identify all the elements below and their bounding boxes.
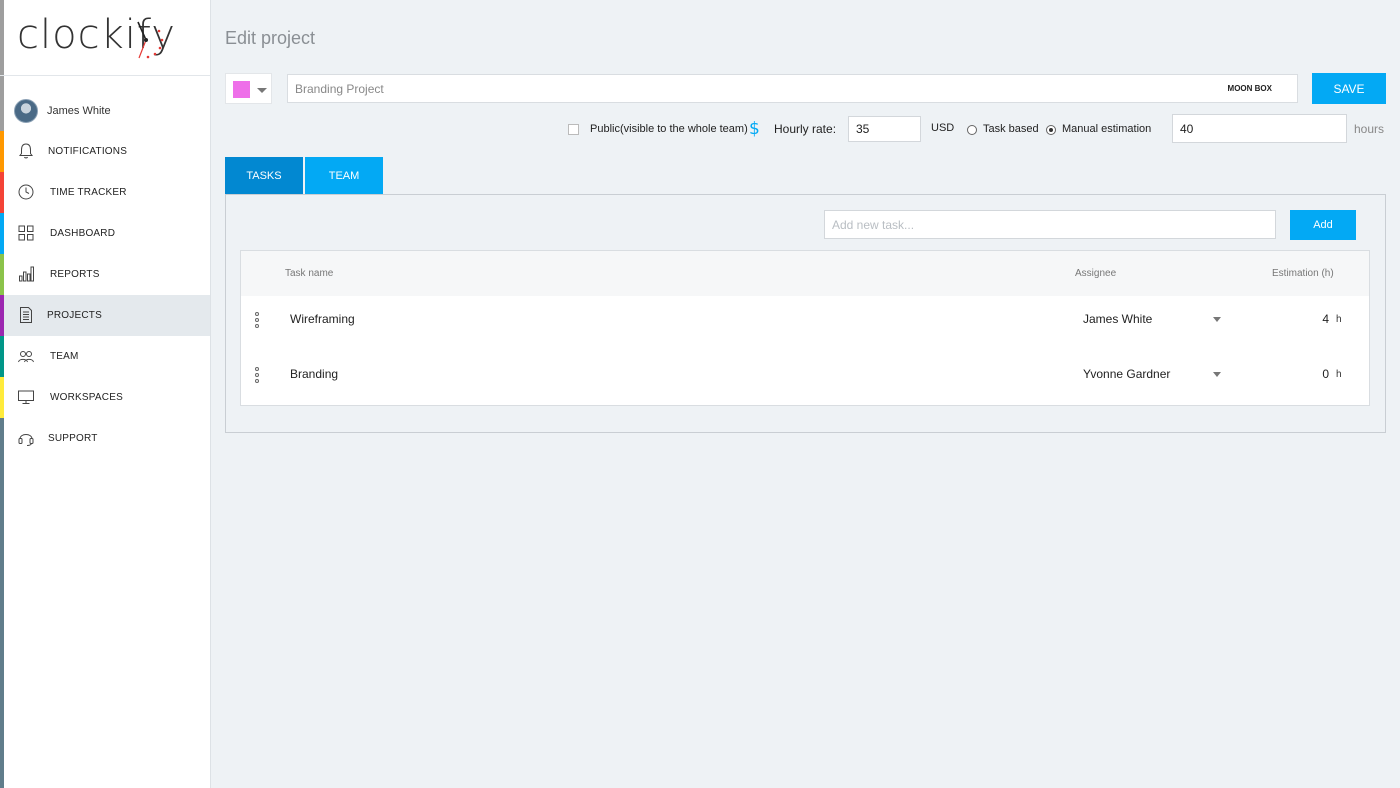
task-estimate[interactable]: 4	[1322, 312, 1329, 326]
column-header-assignee: Assignee	[1075, 268, 1117, 279]
hours-unit-label: hours	[1354, 122, 1385, 136]
column-header-estimation: Estimation (h)	[1272, 268, 1334, 279]
estimate-unit: h	[1336, 314, 1342, 325]
sidebar-item-projects[interactable]: PROJECTS	[4, 295, 210, 336]
sidebar-item-label: DASHBOARD	[50, 228, 116, 239]
chevron-down-icon[interactable]	[1213, 317, 1221, 322]
task-estimate[interactable]: 0	[1322, 367, 1329, 381]
sidebar-item-label: TIME TRACKER	[50, 187, 127, 198]
kebab-menu-icon[interactable]	[254, 367, 260, 385]
project-name-field: MOON BOX	[287, 74, 1298, 103]
public-label: Public(visible to the whole team)	[590, 123, 748, 135]
project-color-swatch	[233, 81, 250, 98]
manual-estimation-label: Manual estimation	[1062, 123, 1152, 135]
kebab-menu-icon[interactable]	[254, 312, 260, 330]
table-row: Wireframing James White 4 h	[241, 296, 1369, 351]
save-button[interactable]: SAVE	[1312, 73, 1386, 104]
sidebar-item-label: REPORTS	[50, 269, 100, 280]
edge-bar-support	[0, 418, 4, 788]
document-icon	[20, 307, 32, 323]
sidebar-item-workspaces[interactable]: WORKSPACES	[4, 377, 210, 418]
estimate-input[interactable]	[1172, 114, 1347, 143]
monitor-icon	[18, 390, 34, 404]
people-icon	[18, 351, 34, 363]
assignee-select[interactable]: Yvonne Gardner	[1083, 367, 1170, 381]
assignee-select[interactable]: James White	[1083, 312, 1152, 326]
tasks-table: Task name Assignee Estimation (h) Wirefr…	[240, 250, 1370, 406]
sidebar-item-dashboard[interactable]: DASHBOARD	[4, 213, 210, 254]
user-profile[interactable]: James White	[14, 98, 111, 124]
sidebar-item-reports[interactable]: REPORTS	[4, 254, 210, 295]
client-label[interactable]: MOON BOX	[1228, 84, 1272, 93]
billable-dollar-icon[interactable]: $	[749, 119, 760, 139]
sidebar-item-team[interactable]: TEAM	[4, 336, 210, 377]
project-name-input[interactable]	[288, 75, 1188, 102]
avatar	[14, 99, 38, 123]
sidebar-item-label: NOTIFICATIONS	[48, 146, 128, 157]
sidebar-item-support[interactable]: SUPPORT	[4, 418, 210, 459]
task-based-radio[interactable]	[967, 125, 977, 135]
bar-chart-icon	[19, 266, 34, 282]
headset-icon	[18, 434, 34, 446]
sidebar-item-label: TEAM	[50, 351, 79, 362]
new-task-input[interactable]	[824, 210, 1276, 239]
manual-estimation-radio[interactable]	[1046, 125, 1056, 135]
grid-icon	[18, 225, 34, 241]
edge-bar-user	[0, 76, 4, 131]
column-header-task-name: Task name	[285, 268, 334, 279]
task-name[interactable]: Wireframing	[290, 312, 355, 326]
estimate-unit: h	[1336, 369, 1342, 380]
table-header: Task name Assignee Estimation (h)	[241, 251, 1369, 296]
logo[interactable]: clockify	[0, 0, 210, 76]
hourly-rate-input[interactable]	[848, 116, 921, 142]
clock-icon	[18, 184, 34, 200]
tab-team[interactable]: TEAM	[305, 157, 383, 194]
sidebar-item-time-tracker[interactable]: TIME TRACKER	[4, 172, 210, 213]
sidebar-item-label: WORKSPACES	[50, 392, 123, 403]
sidebar: clockify James White NOTIFICATIONS TIME …	[0, 0, 211, 788]
task-name[interactable]: Branding	[290, 367, 338, 381]
tab-tasks[interactable]: TASKS	[225, 157, 303, 194]
page-title: Edit project	[225, 28, 316, 48]
user-name: James White	[47, 105, 111, 117]
chevron-down-icon	[257, 88, 267, 93]
currency-label: USD	[931, 122, 955, 134]
sidebar-item-notifications[interactable]: NOTIFICATIONS	[4, 131, 210, 172]
chevron-down-icon[interactable]	[1213, 372, 1221, 377]
logo-clock-icon	[137, 21, 164, 59]
table-row: Branding Yvonne Gardner 0 h	[241, 351, 1369, 406]
bell-icon	[19, 143, 33, 159]
project-color-picker[interactable]	[225, 73, 272, 104]
hourly-rate-label: Hourly rate:	[774, 122, 837, 136]
public-checkbox[interactable]	[568, 124, 579, 135]
task-based-label: Task based	[983, 123, 1039, 135]
sidebar-item-label: PROJECTS	[47, 310, 102, 321]
sidebar-item-label: SUPPORT	[48, 433, 98, 444]
add-task-button[interactable]: Add	[1290, 210, 1356, 240]
